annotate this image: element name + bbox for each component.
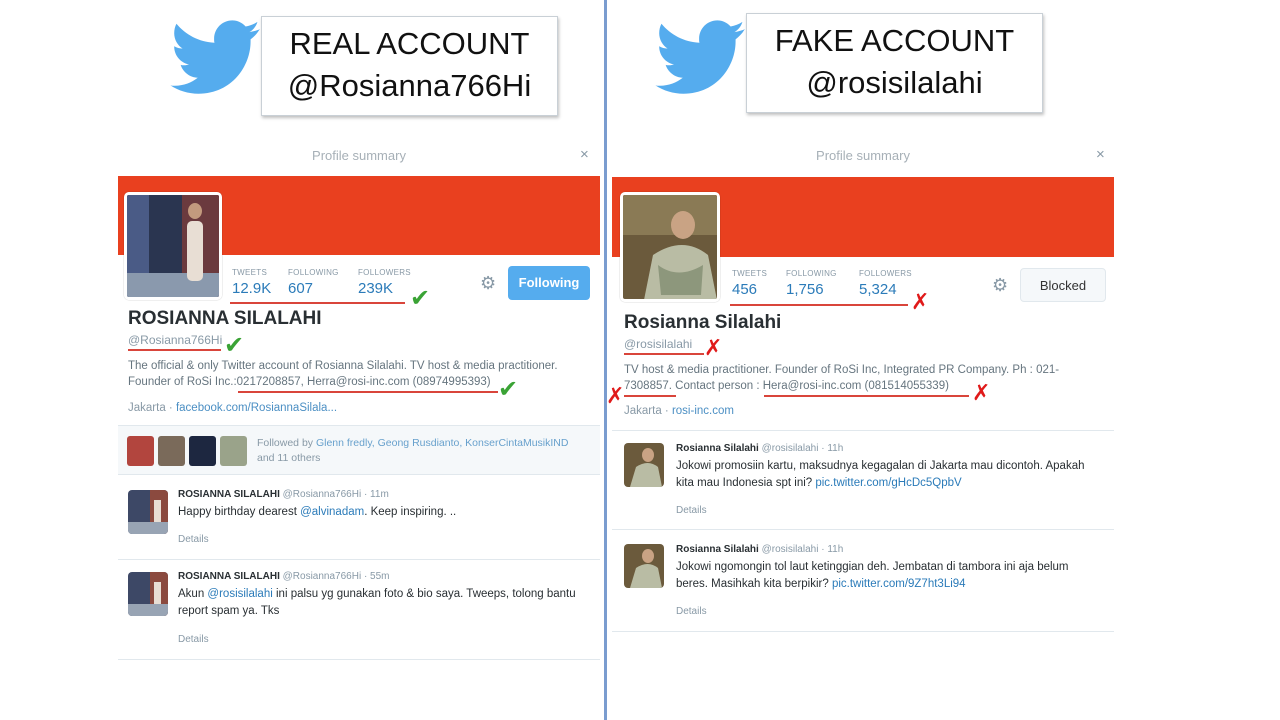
fake-account-title: FAKE ACCOUNT: [774, 23, 1015, 58]
profile-avatar[interactable]: [124, 192, 222, 300]
close-icon[interactable]: ×: [580, 146, 589, 163]
stat-followers[interactable]: FOLLOWERS 5,324: [859, 269, 912, 298]
tweet-details-link[interactable]: Details: [676, 505, 707, 516]
handle-underline: [624, 353, 704, 355]
follower-avatar[interactable]: [127, 436, 154, 466]
tweet-item[interactable]: Rosianna Silalahi @rosisilalahi · 11h Jo…: [612, 430, 1114, 530]
fake-profile-panel: Profile summary × TWEETS 456 FOLLOWING 1…: [606, 140, 1114, 640]
fake-account-title-box: FAKE ACCOUNT @rosisilalahi: [746, 13, 1043, 113]
real-profile-panel: Profile summary × TWEETS 12.9K FOLLOWING…: [118, 140, 600, 665]
cross-mark-icon: ✗: [911, 290, 930, 315]
stat-tweets[interactable]: TWEETS 12.9K: [232, 268, 271, 297]
cross-mark-icon: ✗: [606, 384, 625, 409]
profile-website-link[interactable]: facebook.com/RosiannaSilala...: [176, 402, 337, 414]
contact-underline: [764, 395, 969, 397]
follower-avatar[interactable]: [220, 436, 247, 466]
stat-followers[interactable]: FOLLOWERS 239K: [358, 268, 411, 297]
tweet-text: Jokowi promosiin kartu, maksudnya kegaga…: [676, 460, 1085, 489]
tweet-avatar[interactable]: [624, 544, 664, 588]
tweet-item[interactable]: ROSIANNA SILALAHI @Rosianna766Hi · 11m H…: [118, 480, 600, 560]
handle-underline: [128, 349, 221, 351]
stats-underline: [230, 302, 405, 304]
profile-name: ROSIANNA SILALAHI: [128, 308, 322, 329]
bio-contact-underline: [238, 391, 498, 393]
tweet-details-link[interactable]: Details: [178, 534, 209, 545]
twitter-bird-icon: [655, 20, 746, 94]
tweet-header: ROSIANNA SILALAHI @Rosianna766Hi · 55m: [178, 571, 390, 582]
check-mark-icon: ✔: [410, 285, 431, 312]
profile-bio: The official & only Twitter account of R…: [128, 360, 558, 388]
profile-website-link[interactable]: rosi-inc.com: [672, 405, 734, 417]
tweet-header: ROSIANNA SILALAHI @Rosianna766Hi · 11m: [178, 489, 389, 500]
gear-icon[interactable]: ⚙: [992, 276, 1010, 294]
stat-following[interactable]: FOLLOWING 607: [288, 268, 339, 297]
tweet-avatar[interactable]: [624, 443, 664, 487]
close-icon[interactable]: ×: [1096, 146, 1105, 163]
cross-mark-icon: ✗: [704, 336, 723, 361]
check-mark-icon: ✔: [224, 332, 245, 359]
tweet-details-link[interactable]: Details: [178, 634, 209, 645]
profile-summary-title: Profile summary: [816, 148, 910, 163]
stat-following[interactable]: FOLLOWING 1,756: [786, 269, 837, 298]
profile-bio: TV host & media practitioner. Founder of…: [624, 364, 1060, 392]
tweet-item[interactable]: Rosianna Silalahi @rosisilalahi · 11h Jo…: [612, 532, 1114, 632]
tweet-text: Happy birthday dearest @alvinadam. Keep …: [178, 506, 457, 518]
blocked-button[interactable]: Blocked: [1020, 268, 1106, 302]
cross-mark-icon: ✗: [972, 381, 991, 406]
center-divider: [604, 0, 607, 720]
twitter-bird-icon: [170, 20, 261, 94]
real-account-title-box: REAL ACCOUNT @Rosianna766Hi: [261, 16, 558, 116]
followed-by-section: Followed by Glenn fredly, Geong Rusdiant…: [118, 425, 600, 475]
stat-tweets[interactable]: TWEETS 456: [732, 269, 767, 298]
phone-underline: [624, 395, 676, 397]
fake-account-handle-title: @rosisilalahi: [806, 65, 983, 100]
real-account-title: REAL ACCOUNT: [289, 26, 530, 61]
profile-handle[interactable]: @Rosianna766Hi: [128, 333, 222, 347]
profile-location: Jakarta · rosi-inc.com: [624, 405, 734, 417]
real-account-handle-title: @Rosianna766Hi: [287, 68, 532, 103]
profile-summary-title: Profile summary: [312, 148, 406, 163]
tweet-text: Jokowi ngomongin tol laut ketinggian deh…: [676, 561, 1069, 590]
followed-by-text: Followed by Glenn fredly, Geong Rusdiant…: [257, 437, 569, 464]
tweet-avatar[interactable]: [128, 490, 168, 534]
tweet-header: Rosianna Silalahi @rosisilalahi · 11h: [676, 544, 844, 555]
check-mark-icon: ✔: [498, 376, 519, 403]
following-button[interactable]: Following: [508, 266, 590, 300]
profile-handle[interactable]: @rosisilalahi: [624, 337, 692, 351]
profile-name: Rosianna Silalahi: [624, 312, 782, 333]
tweet-details-link[interactable]: Details: [676, 606, 707, 617]
tweet-item[interactable]: ROSIANNA SILALAHI @Rosianna766Hi · 55m A…: [118, 562, 600, 660]
stats-underline: [730, 304, 908, 306]
profile-location: Jakarta · facebook.com/RosiannaSilala...: [128, 402, 338, 414]
tweet-text: Akun @rosisilalahi ini palsu yg gunakan …: [178, 588, 576, 617]
gear-icon[interactable]: ⚙: [480, 274, 498, 292]
follower-avatar[interactable]: [189, 436, 216, 466]
tweet-avatar[interactable]: [128, 572, 168, 616]
follower-avatar[interactable]: [158, 436, 185, 466]
profile-avatar[interactable]: [620, 192, 720, 302]
tweet-header: Rosianna Silalahi @rosisilalahi · 11h: [676, 443, 844, 454]
